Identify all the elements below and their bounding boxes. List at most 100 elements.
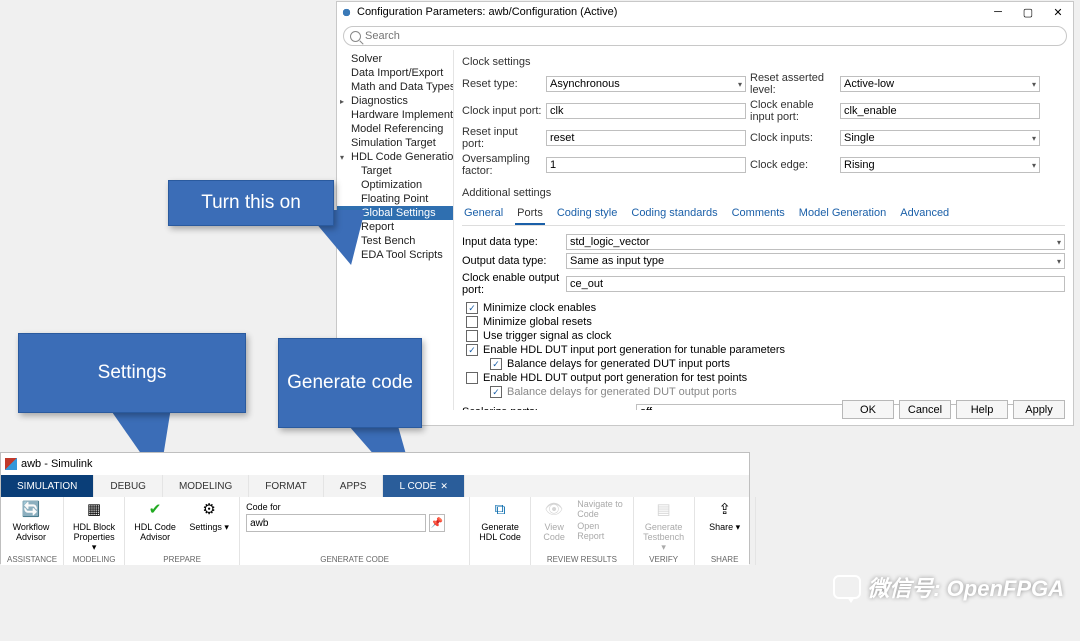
generate-icon: ⧉ <box>489 499 511 521</box>
tree-opt[interactable]: Optimization <box>337 178 453 192</box>
tab-format[interactable]: FORMAT <box>249 475 323 497</box>
close-tab-icon[interactable]: ✕ <box>440 481 448 492</box>
en-in-check[interactable]: ✓ <box>466 344 478 356</box>
trig-check[interactable] <box>466 330 478 342</box>
tree-simtarget[interactable]: Simulation Target <box>337 136 453 150</box>
trig-label: Use trigger signal as clock <box>483 330 611 342</box>
code-for-label: Code for <box>246 502 445 512</box>
config-params-dialog: Configuration Parameters: awb/Configurat… <box>336 1 1074 426</box>
reset-asserted-field[interactable]: Active-low <box>840 76 1040 92</box>
workflow-icon: 🔄 <box>20 499 42 521</box>
tab-general[interactable]: General <box>462 205 505 225</box>
clk-edge-field[interactable]: Rising <box>840 157 1040 173</box>
tab-advanced[interactable]: Advanced <box>898 205 951 225</box>
clk-input-field[interactable]: clk <box>546 103 746 119</box>
search-input[interactable] <box>365 30 1060 42</box>
tree-float[interactable]: Floating Point <box>337 192 453 206</box>
hdl-code-advisor-button[interactable]: ✔HDL Code Advisor <box>131 499 179 543</box>
reset-type-label: Reset type: <box>462 78 542 90</box>
min-gr-check[interactable] <box>466 316 478 328</box>
check-icon: ✔ <box>144 499 166 521</box>
tree-solver[interactable]: Solver <box>337 52 453 66</box>
minimize-button[interactable]: ─ <box>983 2 1013 22</box>
tree-target[interactable]: Target <box>337 164 453 178</box>
titlebar: Configuration Parameters: awb/Configurat… <box>337 2 1073 22</box>
generate-hdl-button[interactable]: ⧉Generate HDL Code <box>476 499 524 543</box>
hdl-block-button[interactable]: ▦HDL Block Properties ▾ <box>70 499 118 553</box>
min-gr-label: Minimize global resets <box>483 316 592 328</box>
tab-modelgen[interactable]: Model Generation <box>797 205 888 225</box>
help-button[interactable]: Help <box>956 400 1008 419</box>
min-ce-check[interactable]: ✓ <box>466 302 478 314</box>
gen-testbench-button[interactable]: ▤Generate Testbench ▾ <box>640 499 688 553</box>
tree-diag[interactable]: Diagnostics <box>337 94 453 108</box>
tab-hdlcode[interactable]: L CODE✕ <box>383 475 464 497</box>
close-button[interactable]: ✕ <box>1043 2 1073 22</box>
clk-enable-field[interactable]: clk_enable <box>840 103 1040 119</box>
min-ce-label: Minimize clock enables <box>483 302 596 314</box>
main-pane: Clock settings Reset type: Asynchronous … <box>454 50 1073 410</box>
search-box[interactable] <box>343 26 1067 46</box>
view-code-button[interactable]: 👁View Code <box>537 499 571 543</box>
tab-apps[interactable]: APPS <box>324 475 384 497</box>
share-button[interactable]: ⇪Share ▾ <box>701 499 749 533</box>
tab-comments[interactable]: Comments <box>730 205 787 225</box>
clk-edge-label: Clock edge: <box>750 159 836 171</box>
tab-debug[interactable]: DEBUG <box>94 475 163 497</box>
group-gencode-label: GENERATE CODE <box>246 554 463 565</box>
clk-inputs-field[interactable]: Single <box>840 130 1040 146</box>
search-icon <box>350 31 361 42</box>
gear-icon: ⚙ <box>198 499 220 521</box>
cancel-button[interactable]: Cancel <box>899 400 951 419</box>
tree-modelref[interactable]: Model Referencing <box>337 122 453 136</box>
bal-out-label: Balance delays for generated DUT output … <box>507 386 737 398</box>
simulink-icon <box>5 458 17 470</box>
en-out-check[interactable] <box>466 372 478 384</box>
callout-turn-on: Turn this on <box>168 180 334 226</box>
in-type-field[interactable]: std_logic_vector <box>566 234 1065 250</box>
tab-coding-std[interactable]: Coding standards <box>629 205 719 225</box>
reset-type-field[interactable]: Asynchronous <box>546 76 746 92</box>
ok-button[interactable]: OK <box>842 400 894 419</box>
tab-simulation[interactable]: SIMULATION <box>1 475 94 497</box>
tab-ports[interactable]: Ports <box>515 205 545 225</box>
en-out-label: Enable HDL DUT output port generation fo… <box>483 372 747 384</box>
clk-inputs-label: Clock inputs: <box>750 132 836 144</box>
callout-gencode: Generate code <box>278 338 422 428</box>
maximize-button[interactable]: ▢ <box>1013 2 1043 22</box>
out-type-field[interactable]: Same as input type <box>566 253 1065 269</box>
settings-button[interactable]: ⚙Settings ▾ <box>185 499 233 533</box>
group-gencode-label2 <box>476 563 524 565</box>
share-icon: ⇪ <box>714 499 736 521</box>
bal-in-check[interactable]: ✓ <box>490 358 502 370</box>
tab-coding-style[interactable]: Coding style <box>555 205 620 225</box>
ce-out-field[interactable]: ce_out <box>566 276 1065 292</box>
tree-dataio[interactable]: Data Import/Export <box>337 66 453 80</box>
clk-enable-label: Clock enable input port: <box>750 99 836 123</box>
oversamp-field[interactable]: 1 <box>546 157 746 173</box>
pin-button[interactable]: 📌 <box>429 514 445 532</box>
group-review-label: REVIEW RESULTS <box>537 554 627 565</box>
app-icon <box>340 6 353 19</box>
tree-hdl[interactable]: HDL Code Generation <box>337 150 453 164</box>
callout-settings: Settings <box>18 333 246 413</box>
tree-math[interactable]: Math and Data Types <box>337 80 453 94</box>
workflow-advisor-button[interactable]: 🔄Workflow Advisor <box>7 499 55 543</box>
simulink-title: awb - Simulink <box>21 458 93 470</box>
simulink-titlebar: awb - Simulink <box>1 453 749 475</box>
view-icon: 👁 <box>543 499 565 521</box>
out-type-label: Output data type: <box>462 255 562 267</box>
tab-modeling[interactable]: MODELING <box>163 475 249 497</box>
hdl-block-icon: ▦ <box>83 499 105 521</box>
watermark: 微信号: OpenFPGA <box>833 571 1064 603</box>
clock-heading: Clock settings <box>462 56 1065 68</box>
reset-input-field[interactable]: reset <box>546 130 746 146</box>
nav-code-item[interactable]: Navigate to Code <box>577 499 626 519</box>
code-for-input[interactable] <box>246 514 426 532</box>
bal-out-check[interactable]: ✓ <box>490 386 502 398</box>
apply-button[interactable]: Apply <box>1013 400 1065 419</box>
testbench-icon: ▤ <box>653 499 675 521</box>
open-report-item[interactable]: Open Report <box>577 521 626 541</box>
tree-hw[interactable]: Hardware Implementation <box>337 108 453 122</box>
group-modeling-label: MODELING <box>70 554 118 565</box>
